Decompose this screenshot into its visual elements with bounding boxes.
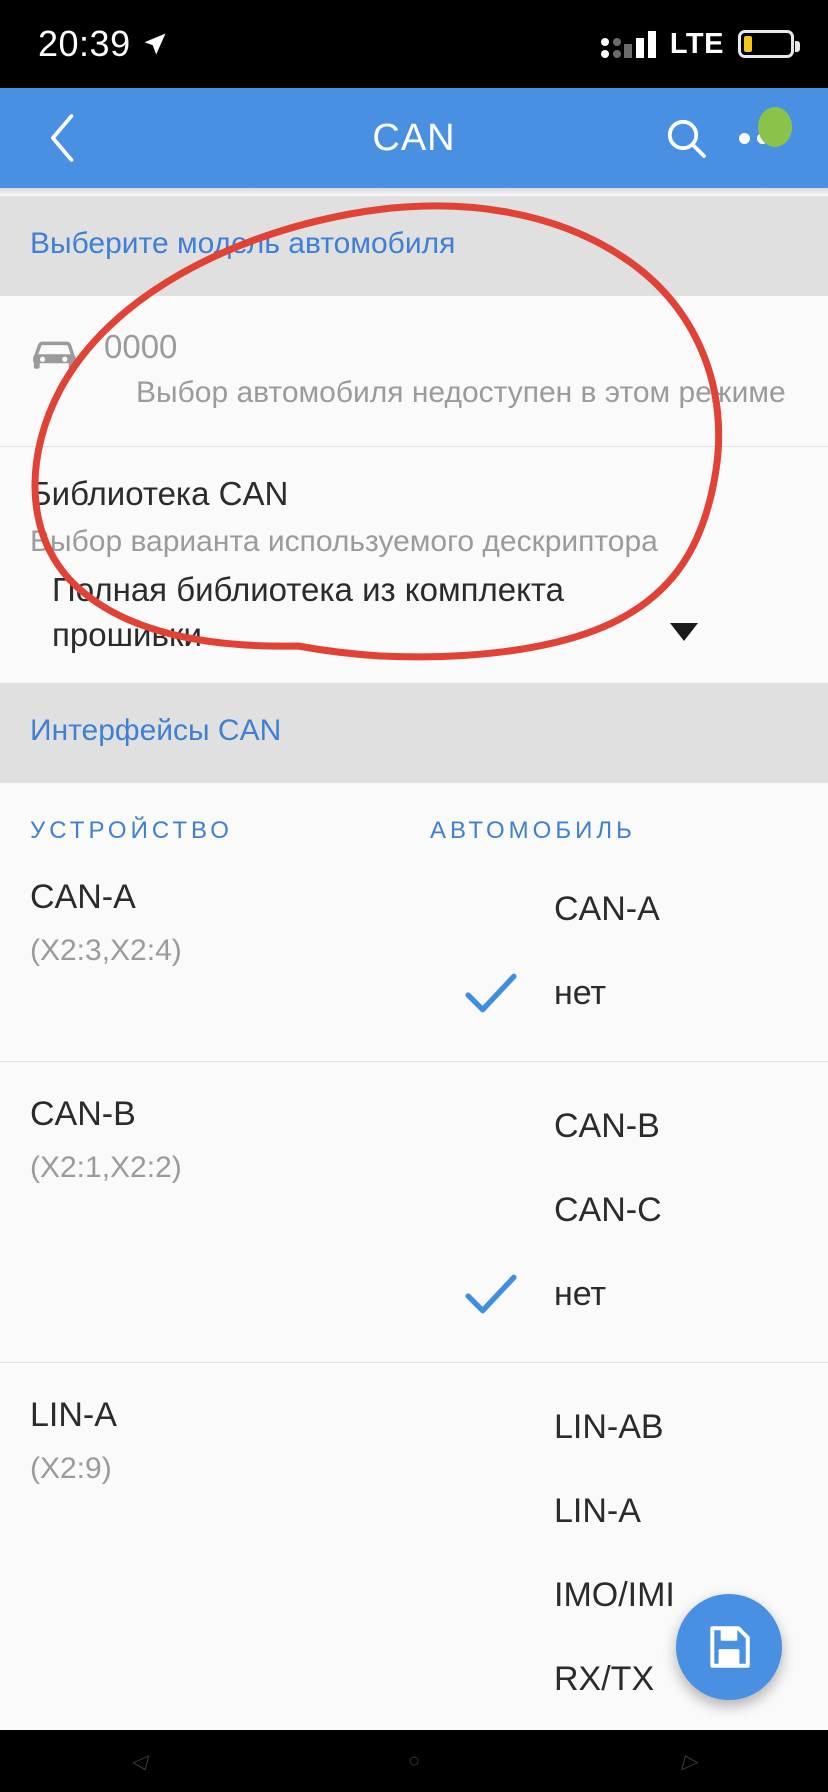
interface-name: CAN-B bbox=[30, 1095, 136, 1134]
signal-strength-icon bbox=[600, 30, 656, 58]
overflow-menu-icon bbox=[738, 106, 792, 147]
option-item[interactable]: LIN-AB bbox=[430, 1385, 798, 1469]
overflow-menu-button[interactable] bbox=[724, 100, 800, 176]
back-button[interactable] bbox=[28, 103, 98, 173]
nav-recents-icon[interactable]: ▷ bbox=[682, 1749, 697, 1774]
search-icon bbox=[667, 119, 706, 158]
navigation-bar: ◁ ○ ▷ bbox=[0, 1730, 828, 1792]
option-label: IMO/IMI bbox=[554, 1575, 675, 1614]
section-header-vehicle: Выберите модель автомобиля bbox=[0, 196, 828, 296]
table-column-headers: УСТРОЙСТВО АВТОМОБИЛЬ bbox=[0, 783, 828, 845]
battery-low-icon bbox=[738, 30, 800, 58]
status-bar-left: 20:39 bbox=[38, 26, 169, 62]
battery-fill bbox=[744, 36, 752, 52]
dropdown-caret-icon bbox=[670, 623, 698, 642]
interface-options-cell: CAN-B CAN-C нет bbox=[430, 1084, 798, 1336]
search-button[interactable] bbox=[648, 100, 724, 176]
interface-name: LIN-A bbox=[30, 1396, 117, 1435]
option-item[interactable]: CAN-B bbox=[430, 1084, 798, 1168]
option-label: RX/TX bbox=[554, 1659, 655, 1698]
vehicle-row[interactable]: 0000 Выбор автомобиля недоступен в этом … bbox=[0, 296, 828, 447]
option-label: LIN-A bbox=[554, 1491, 641, 1530]
section-header-interfaces: Интерфейсы CAN bbox=[0, 683, 828, 784]
column-header-vehicle: АВТОМОБИЛЬ bbox=[430, 817, 636, 845]
option-item[interactable]: CAN-C bbox=[430, 1168, 798, 1252]
vehicle-note: Выбор автомобиля недоступен в этом режим… bbox=[136, 376, 786, 410]
checkmark-icon bbox=[465, 973, 517, 1013]
interface-name: CAN-A bbox=[30, 878, 136, 917]
interface-device-cell: LIN-A (X2:9) bbox=[30, 1385, 430, 1721]
interface-pins: (X2:1,X2:2) bbox=[30, 1151, 182, 1185]
table-row: CAN-B (X2:1,X2:2) CAN-B CAN-C нет bbox=[0, 1062, 828, 1362]
option-label: CAN-A bbox=[554, 889, 660, 928]
vehicle-code: 0000 bbox=[104, 328, 178, 365]
option-item[interactable]: CAN-A bbox=[430, 867, 798, 951]
main-content: Выберите модель автомобиля 0000 Выбор ав… bbox=[0, 188, 828, 1792]
signal-dots bbox=[600, 38, 621, 58]
save-button[interactable] bbox=[676, 1594, 782, 1700]
interface-pins: (X2:9) bbox=[30, 1452, 112, 1486]
section-header-interfaces-label: Интерфейсы CAN bbox=[30, 714, 282, 748]
option-check-slot bbox=[430, 972, 554, 1014]
back-chevron-icon bbox=[51, 114, 74, 162]
car-glyph bbox=[33, 341, 76, 369]
vehicle-texts: 0000 Выбор автомобиля недоступен в этом … bbox=[92, 326, 798, 412]
option-item[interactable]: LIN-A bbox=[430, 1469, 798, 1553]
car-icon bbox=[30, 326, 92, 412]
network-type-label: LTE bbox=[669, 27, 724, 60]
can-library-title: Библиотека CAN bbox=[30, 475, 289, 513]
option-label: CAN-B bbox=[554, 1106, 660, 1145]
signal-bars bbox=[623, 31, 656, 58]
app-bar: CAN bbox=[0, 88, 828, 188]
status-time: 20:39 bbox=[38, 23, 131, 64]
can-library-subtitle: Выбор варианта используемого дескриптора bbox=[30, 524, 658, 558]
option-label: нет bbox=[554, 973, 607, 1012]
can-library-block[interactable]: Библиотека CAN Выбор варианта используем… bbox=[0, 447, 828, 684]
status-badge bbox=[757, 106, 792, 147]
can-library-dropdown[interactable]: Полная библиотека из комплекта прошивки bbox=[30, 568, 798, 657]
option-label: нет bbox=[554, 1274, 607, 1313]
table-row: CAN-A (X2:3,X2:4) CAN-A нет bbox=[0, 845, 828, 1061]
interface-pins: (X2:3,X2:4) bbox=[30, 934, 182, 968]
nav-back-icon[interactable]: ◁ bbox=[131, 1749, 146, 1774]
option-item[interactable]: нет bbox=[430, 951, 798, 1035]
interface-device-cell: CAN-A (X2:3,X2:4) bbox=[30, 867, 430, 1035]
section-header-vehicle-label: Выберите модель автомобиля bbox=[30, 227, 456, 260]
status-bar: 20:39 LTE bbox=[0, 0, 828, 88]
can-library-selected-value: Полная библиотека из комплекта прошивки bbox=[52, 571, 565, 653]
option-item[interactable]: нет bbox=[430, 1252, 798, 1336]
checkmark-icon bbox=[465, 1274, 517, 1314]
option-label: CAN-C bbox=[554, 1190, 662, 1229]
location-arrow-icon bbox=[144, 33, 166, 55]
nav-home-icon[interactable]: ○ bbox=[408, 1750, 420, 1773]
save-floppy-icon bbox=[710, 1626, 750, 1668]
interface-options-cell: CAN-A нет bbox=[430, 867, 798, 1035]
column-header-device: УСТРОЙСТВО bbox=[30, 817, 233, 845]
status-bar-right: LTE bbox=[600, 27, 800, 61]
interface-device-cell: CAN-B (X2:1,X2:2) bbox=[30, 1084, 430, 1336]
option-label: LIN-AB bbox=[554, 1407, 664, 1446]
option-check-slot bbox=[430, 1273, 554, 1315]
appbar-shadow bbox=[0, 188, 828, 196]
phone-screen: 20:39 LTE CAN Выберите модель автомобиля… bbox=[0, 0, 828, 1792]
